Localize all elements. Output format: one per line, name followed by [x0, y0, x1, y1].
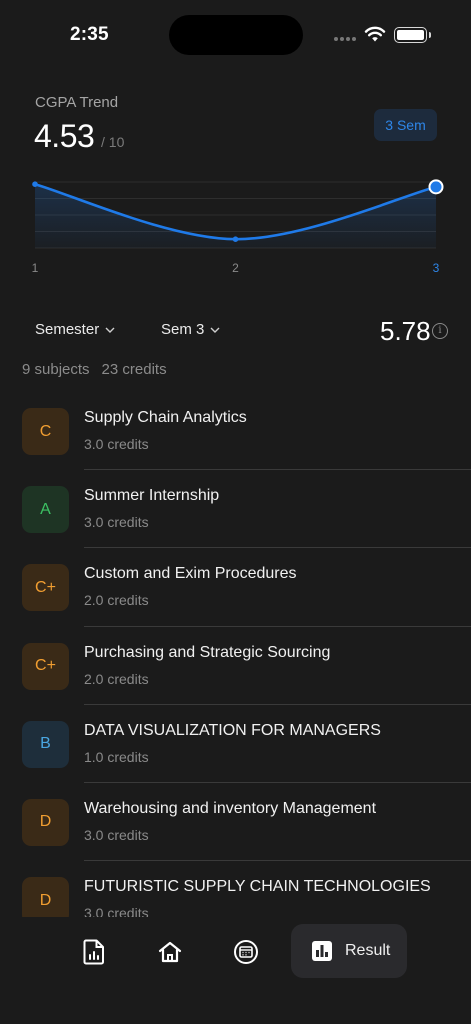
chevron-down-icon: [105, 327, 115, 333]
dynamic-island: [169, 15, 303, 55]
semester-gpa: 5.78: [380, 316, 431, 346]
tab-result-label: Result: [345, 942, 391, 959]
subject-list: C Supply Chain Analytics 3.0 credits A S…: [0, 392, 471, 917]
report-icon: [83, 939, 104, 965]
tab-home[interactable]: [156, 938, 184, 966]
semester-dropdown[interactable]: Sem 3: [161, 321, 220, 338]
subject-credits: 3.0 credits: [84, 436, 149, 452]
subject-count: 9 subjects: [22, 361, 90, 378]
status-time: 2:35: [70, 24, 109, 45]
tab-calendar[interactable]: [232, 938, 260, 966]
tab-bar: Result: [0, 917, 471, 1024]
list-item[interactable]: D Warehousing and inventory Management 3…: [0, 783, 471, 862]
subject-credits: 3.0 credits: [84, 514, 149, 531]
signal-icon: [334, 37, 356, 41]
subject-credits: 2.0 credits: [84, 592, 149, 609]
subject-name: Warehousing and inventory Management: [84, 799, 377, 817]
chart-x-tick-label: 2: [232, 261, 239, 275]
subject-summary: 9 subjects 23 credits: [22, 361, 167, 378]
type-dropdown-label: Semester: [35, 321, 100, 338]
subject-name: Custom and Exim Procedures: [84, 565, 297, 583]
subject-name: Purchasing and Strategic Sourcing: [84, 643, 331, 661]
wifi-icon: [364, 26, 386, 42]
cgpa-trend-card: CGPA Trend 4.53 / 10 3 Sem 1 2 3: [0, 80, 471, 280]
tab-result[interactable]: Result: [291, 924, 407, 978]
grade-badge: C+: [22, 564, 69, 612]
list-item[interactable]: C+ Custom and Exim Procedures 2.0 credit…: [0, 548, 471, 627]
subject-name: FUTURISTIC SUPPLY CHAIN TECHNOLOGIES: [84, 878, 431, 896]
tab-report[interactable]: [80, 938, 108, 966]
credit-count: 23 credits: [101, 361, 167, 378]
semester-dropdown-label: Sem 3: [161, 321, 205, 338]
list-item[interactable]: B DATA VISUALIZATION FOR MANAGERS 1.0 cr…: [0, 705, 471, 783]
cgpa-scale: / 10: [101, 134, 125, 150]
cgpa-value: 4.53: [34, 118, 95, 154]
info-icon[interactable]: i: [432, 323, 448, 339]
grade-badge: C: [22, 408, 69, 455]
filter-row: Semester Sem 3 5.78 i: [0, 310, 471, 354]
subject-credits: 3.0 credits: [84, 905, 149, 917]
battery-icon: [394, 27, 431, 43]
trend-title: CGPA Trend: [35, 94, 119, 111]
status-bar: 2:35: [0, 0, 471, 70]
subject-credits: 1.0 credits: [84, 748, 149, 765]
chart-x-tick-label: 3: [433, 261, 440, 275]
type-dropdown[interactable]: Semester: [35, 321, 115, 338]
subject-credits: 2.0 credits: [84, 670, 149, 687]
chevron-down-icon: [210, 327, 220, 333]
chart-point: [32, 181, 38, 187]
bar-chart-icon: [312, 941, 332, 961]
list-item[interactable]: D FUTURISTIC SUPPLY CHAIN TECHNOLOGIES 3…: [0, 861, 471, 917]
subject-name: Summer Internship: [84, 487, 220, 505]
cgpa-trend-chart: 1 2 3: [32, 179, 444, 275]
grade-badge: A: [22, 486, 69, 534]
subject-name: DATA VISUALIZATION FOR MANAGERS: [84, 721, 381, 739]
chart-point: [232, 236, 239, 242]
grade-badge: B: [22, 720, 69, 768]
list-item[interactable]: A Summer Internship 3.0 credits: [0, 470, 471, 549]
grade-badge: D: [22, 798, 69, 846]
grade-badge: C+: [22, 642, 69, 690]
home-icon: [158, 941, 182, 963]
chart-point-selected: [428, 179, 444, 195]
chart-x-tick-label: 1: [32, 261, 39, 275]
semester-count-badge[interactable]: 3 Sem: [374, 109, 437, 141]
list-item[interactable]: C+ Purchasing and Strategic Sourcing 2.0…: [0, 627, 471, 705]
subject-credits: 3.0 credits: [84, 826, 149, 843]
grade-badge: D: [22, 877, 69, 917]
subject-name: Supply Chain Analytics: [84, 409, 247, 426]
calendar-icon: [234, 940, 258, 964]
list-item[interactable]: C Supply Chain Analytics 3.0 credits: [0, 392, 471, 471]
